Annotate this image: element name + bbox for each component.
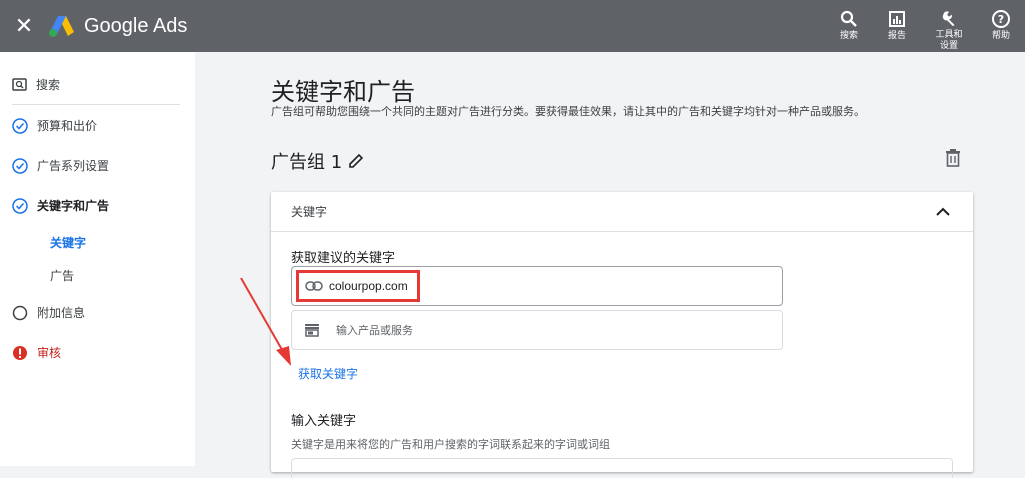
top-app-bar: ✕ Google Ads 搜索 报告 工具和 设置 ? 帮助 [0, 0, 1025, 52]
website-url-field[interactable]: colourpop.com [291, 266, 783, 306]
tools-button[interactable]: 工具和 设置 [921, 0, 977, 52]
reports-label: 报告 [887, 31, 906, 41]
search-label: 搜索 [839, 31, 858, 41]
sidebar-search[interactable]: 搜索 [12, 76, 60, 93]
sidebar-subitem-keywords[interactable]: 关键字 [50, 234, 86, 251]
reports-button[interactable]: 报告 [873, 0, 921, 52]
sidebar-search-label: 搜索 [36, 78, 61, 92]
search-icon [840, 10, 857, 27]
sidebar: 搜索 预算和出价 广告系列设置 关键字和广告 关键字 广告 附加信息 审核 [0, 52, 195, 466]
sidebar-item-campaign-settings[interactable]: 广告系列设置 [12, 157, 109, 174]
brand-name: Google Ads [84, 14, 188, 37]
enter-keywords-label: 输入关键字 [291, 414, 357, 429]
check-circle-icon [12, 117, 28, 134]
google-ads-logo: Google Ads [48, 14, 187, 38]
wrench-icon [942, 11, 955, 27]
error-icon [13, 345, 27, 360]
help-icon: ? [992, 10, 1010, 28]
search-box-icon [12, 78, 27, 91]
search-button[interactable]: 搜索 [825, 0, 873, 52]
help-button[interactable]: ? 帮助 [977, 0, 1025, 52]
empty-circle-icon [12, 305, 28, 320]
page-title: 关键字和广告 [271, 78, 415, 106]
keywords-card-header[interactable]: 关键字 [271, 192, 973, 232]
sidebar-item-label: 关键字和广告 [37, 199, 110, 213]
chevron-up-icon[interactable] [933, 202, 953, 222]
pencil-icon[interactable] [348, 153, 364, 169]
sidebar-item-keywords-ads[interactable]: 关键字和广告 [12, 197, 109, 214]
keywords-textarea[interactable] [291, 458, 953, 478]
sidebar-item-budget[interactable]: 预算和出价 [12, 117, 97, 134]
enter-keywords-hint: 关键字是用来将您的广告和用户搜索的字词联系起来的字词或词组 [291, 438, 610, 451]
sidebar-divider [12, 104, 180, 105]
suggest-keywords-label: 获取建议的关键字 [291, 251, 396, 266]
delete-icon[interactable] [945, 148, 961, 168]
sidebar-item-review[interactable]: 审核 [12, 344, 61, 361]
sidebar-item-extensions[interactable]: 附加信息 [12, 304, 85, 321]
sidebar-item-label: 审核 [37, 346, 62, 360]
keywords-card: 关键字 获取建议的关键字 colourpop.com 输入产品或服务 获取关键字… [271, 192, 973, 478]
store-icon [305, 324, 319, 337]
keywords-card-title: 关键字 [291, 205, 328, 219]
sidebar-item-label: 预算和出价 [37, 119, 98, 133]
sidebar-item-label: 附加信息 [37, 306, 86, 320]
ad-group-title: 广告组 1 [271, 148, 364, 174]
close-icon[interactable]: ✕ [0, 0, 48, 52]
highlight-box: colourpop.com [296, 270, 420, 302]
tools-label: 工具和 设置 [935, 30, 963, 51]
check-circle-icon [12, 157, 28, 174]
website-url-value: colourpop.com [329, 279, 408, 293]
sidebar-subitem-ads[interactable]: 广告 [50, 267, 74, 284]
ads-logo-icon [49, 16, 74, 37]
help-label: 帮助 [991, 31, 1010, 41]
link-icon [305, 281, 323, 291]
page-subtitle: 广告组可帮助您围绕一个共同的主题对广告进行分类。要获得最佳效果，请让其中的广告和… [271, 105, 865, 118]
product-service-placeholder: 输入产品或服务 [336, 324, 413, 337]
top-actions: 搜索 报告 工具和 设置 ? 帮助 [825, 0, 1025, 52]
ad-group-name: 广告组 1 [271, 152, 343, 173]
product-service-field[interactable]: 输入产品或服务 [291, 310, 783, 350]
reports-icon [889, 11, 905, 27]
main-content: 关键字和广告 广告组可帮助您围绕一个共同的主题对广告进行分类。要获得最佳效果，请… [195, 52, 1025, 478]
check-circle-icon [12, 197, 28, 214]
sidebar-item-label: 广告系列设置 [37, 159, 110, 173]
svg-text:?: ? [998, 13, 1004, 26]
get-keywords-link[interactable]: 获取关键字 [298, 365, 358, 382]
